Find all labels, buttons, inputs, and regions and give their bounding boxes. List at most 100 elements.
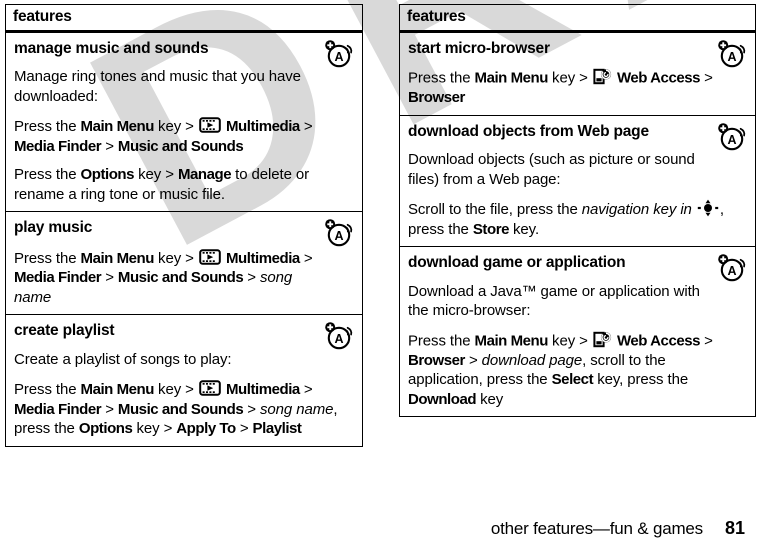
text-run: key > [134,166,178,184]
key-label: Store [472,220,510,238]
web-access-icon [593,69,611,85]
feature-title: play music [14,219,93,237]
feature-title: download objects from Web page [408,122,649,140]
variable-label: song name [260,400,334,418]
key-label: Multimedia [225,381,300,399]
key-label: Select [551,371,594,389]
text-run: > [101,400,118,418]
text-run: > [243,269,261,287]
feature-row: play music Press the Main Menu key > Mult… [6,211,362,314]
left-table-rows: manage music and sounds Manage ring tones… [6,33,362,446]
text-run: > [101,137,118,155]
navigation-key-icon [697,199,719,217]
instruction-paragraph: Press the Main Menu key > Web Access > B… [408,67,747,108]
text-run: > [101,269,118,287]
key-label: Main Menu [80,118,155,136]
multimedia-icon [199,117,221,134]
key-label: Music and Sounds [117,400,244,418]
feature-row: download objects from Web page Download o… [400,114,755,246]
svg-text:A: A [334,230,343,244]
text-run: > [299,118,313,136]
right-table-rows: start micro-browser Press the Main Menu k… [400,33,755,416]
feature-title: start micro-browser [408,40,550,57]
feature-row: download game or application Download a J… [400,246,755,416]
page-footer: other features—fun & games 81 [0,518,759,539]
text-run: Scroll to the file, press the [408,201,582,219]
text-run: Download objects (such as picture or sou… [408,151,695,188]
instruction-paragraph: Scroll to the file, press the navigation… [408,198,747,239]
key-label: Main Menu [474,332,549,350]
multimedia-icon [199,248,221,265]
key-label: Multimedia [225,118,300,136]
text-run: key > [153,249,198,267]
instruction-paragraph: Manage ring tones and music that you hav… [14,67,354,106]
variable-label: download page [481,351,583,369]
key-label: Download [408,390,477,408]
features-table-right: features start micro-browser Press the Ma… [399,4,756,418]
key-label: Media Finder [14,269,102,287]
features-table-left: features manage music and sounds Manage r… [5,4,363,447]
instruction-paragraph: Press the Main Menu key > Multimedia > M… [14,378,354,439]
text-run: Press the [408,332,475,350]
network-a-icon: A [325,322,353,350]
key-label: Multimedia [225,249,300,267]
instruction-paragraph: Create a playlist of songs to play: [14,350,354,370]
key-label: Music and Sounds [117,269,244,287]
key-label: Media Finder [14,137,102,155]
instruction-paragraph: Press the Main Menu key > Multimedia > M… [14,247,354,308]
text-run: > [700,332,713,350]
key-label: Web Access [616,69,701,87]
feature-title: manage music and sounds [14,40,209,57]
feature-row: manage music and sounds Manage ring tones… [6,33,362,211]
key-label: Options [78,420,133,438]
key-label: Main Menu [80,249,155,267]
text-run: > [235,420,253,438]
left-column: features manage music and sounds Manage r… [5,4,363,447]
svg-text:A: A [334,332,343,346]
text-run: Create a playlist of songs to play: [14,350,232,368]
key-label: Main Menu [80,381,155,399]
instruction-paragraph: Press the Options key > Manage to delete… [14,165,354,204]
text-run [692,201,696,218]
footer-section-title: other features—fun & games [490,519,703,538]
key-label: Main Menu [474,69,549,87]
text-run: Press the [14,118,81,136]
text-run: key > [132,420,177,438]
text-run: > [700,69,713,87]
text-run: > [464,351,482,369]
text-run: Manage ring tones and music that you hav… [14,68,301,105]
text-run: key [476,390,504,408]
text-run: Press the [14,166,81,184]
text-run: key. [508,220,540,238]
network-a-icon: A [718,123,746,151]
key-label: Web Access [616,332,701,350]
svg-text:A: A [334,50,343,64]
network-a-icon: A [718,40,746,68]
feature-row: create playlist Create a playlist of song… [6,314,362,445]
manual-page: features manage music and sounds Manage r… [0,0,759,547]
instruction-paragraph: Press the Main Menu key > Web Access > B… [408,330,747,410]
network-a-icon: A [325,219,353,247]
text-run: Press the [14,249,81,267]
key-label: Browser [408,89,465,107]
key-label: Apply To [176,420,236,438]
feature-title: download game or application [408,254,626,272]
text-run: key, press the [593,371,689,389]
text-run: Press the [14,381,81,399]
text-run: > [299,381,313,399]
key-label: Options [80,166,135,184]
text-run: key > [153,381,198,399]
footer-page-number: 81 [724,518,745,538]
text-run: Download a Java™ game or application wit… [408,282,700,320]
svg-text:A: A [727,133,736,147]
text-run: key > [547,332,592,350]
key-label: Playlist [252,420,302,438]
network-a-icon: A [718,254,746,282]
text-run: key > [153,118,198,136]
table-header-left: features [6,5,362,33]
svg-text:A: A [727,50,736,64]
table-header-right: features [400,5,755,33]
feature-title: create playlist [14,322,115,340]
instruction-paragraph: Download a Java™ game or application wit… [408,282,747,321]
text-run: key > [547,69,592,87]
